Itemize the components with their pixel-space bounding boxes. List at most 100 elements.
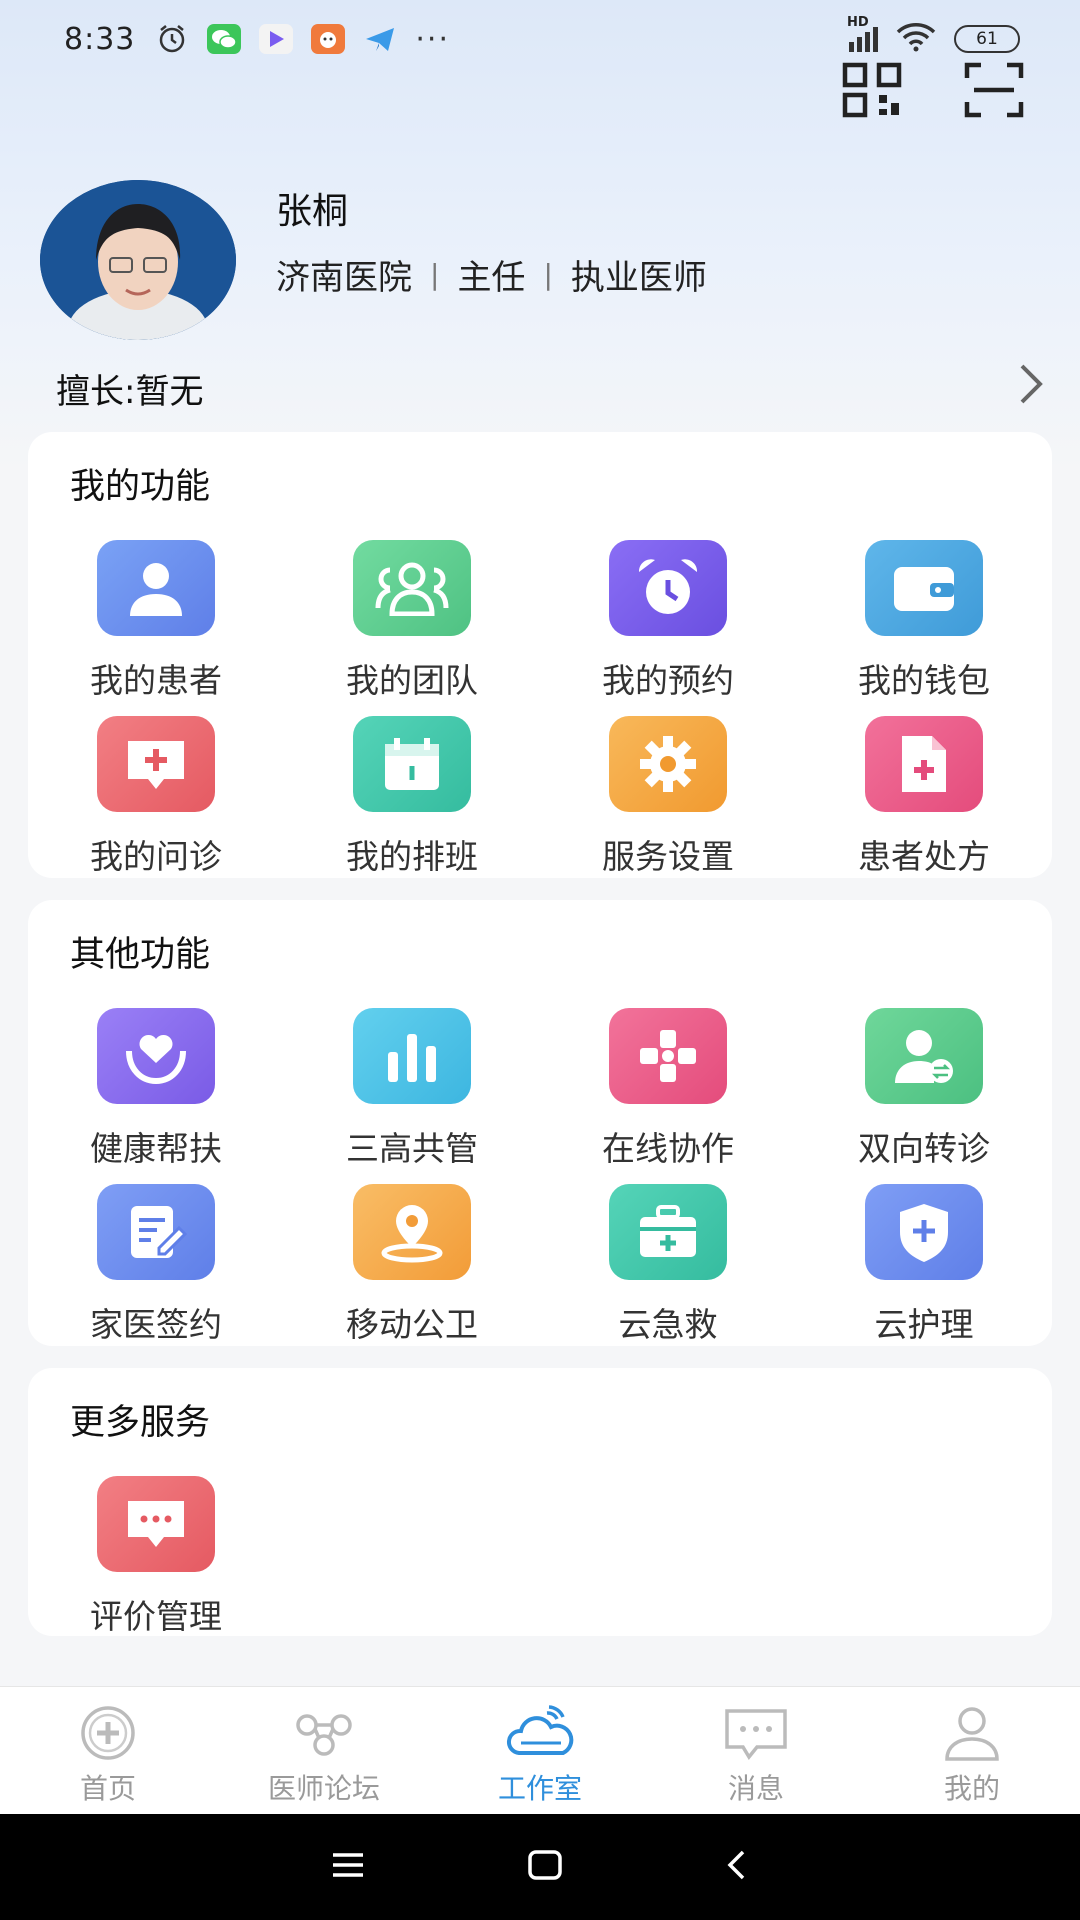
my-consultations-item[interactable]: 我的问诊: [28, 716, 284, 878]
separator: |: [543, 258, 553, 291]
tab-label: 医师论坛: [267, 1772, 380, 1805]
my-functions-card: 我的功能 我的患者 我的团队 我的预约 我的钱包 我的问诊 我的排班 服务设置 …: [28, 432, 1052, 878]
grid-label: 云护理: [874, 1305, 974, 1344]
gear-icon: [609, 716, 727, 812]
collaborate-icon: [609, 1008, 727, 1104]
tab-doctor-forum[interactable]: 医师论坛: [216, 1687, 432, 1814]
review-management-item[interactable]: 评价管理: [28, 1476, 284, 1638]
chat-bubble-icon: [97, 1476, 215, 1572]
my-wallet-item[interactable]: 我的钱包: [796, 540, 1052, 702]
status-time: 8:33: [64, 21, 136, 57]
alarm-clock-icon: [609, 540, 727, 636]
doctor-meta: 济南医院 | 主任 | 执业医师: [276, 250, 707, 299]
status-bar: 8:33 ··· HD 61: [0, 0, 1080, 78]
sign-contract-icon: [97, 1184, 215, 1280]
grid-label: 服务设置: [602, 837, 734, 876]
scan-icon[interactable]: [964, 62, 1024, 118]
grid-label: 我的团队: [346, 661, 478, 700]
tab-messages[interactable]: 消息: [648, 1687, 864, 1814]
network-label: HD: [847, 14, 869, 30]
cloud-first-aid-item[interactable]: 云急救: [540, 1184, 796, 1346]
qr-code-icon[interactable]: [842, 62, 902, 118]
grid-label: 我的排班: [346, 837, 478, 876]
grid-label: 评价管理: [90, 1597, 222, 1636]
wechat-icon: [207, 24, 242, 54]
tab-mine[interactable]: 我的: [864, 1687, 1080, 1814]
mobile-public-health-item[interactable]: 移动公卫: [284, 1184, 540, 1346]
my-appointments-item[interactable]: 我的预约: [540, 540, 796, 702]
grid-label: 健康帮扶: [90, 1129, 222, 1168]
my-patients-item[interactable]: 我的患者: [28, 540, 284, 702]
tab-label: 我的: [943, 1772, 1000, 1805]
home-icon[interactable]: [527, 1849, 563, 1885]
grid-label: 在线协作: [602, 1129, 734, 1168]
my-team-item[interactable]: 我的团队: [284, 540, 540, 702]
grid-label: 我的预约: [602, 661, 734, 700]
chevron-right-icon[interactable]: [1016, 362, 1046, 406]
service-settings-item[interactable]: 服务设置: [540, 716, 796, 878]
shield-plus-icon: [865, 1184, 983, 1280]
more-services-card: 更多服务 评价管理: [28, 1368, 1052, 1636]
tab-home[interactable]: 首页: [0, 1687, 216, 1814]
prescription-icon: [865, 716, 983, 812]
avatar[interactable]: [40, 180, 236, 340]
grid-label: 双向转诊: [858, 1129, 990, 1168]
system-navigation-bar: [0, 1814, 1080, 1920]
tab-label: 消息: [727, 1772, 784, 1805]
menu-icon[interactable]: [331, 1851, 365, 1883]
my-schedule-item[interactable]: 我的排班: [284, 716, 540, 878]
team-icon: [353, 540, 471, 636]
patient-icon: [97, 540, 215, 636]
tab-label: 工作室: [497, 1772, 582, 1805]
calendar-icon: [353, 716, 471, 812]
signal-icon: HD: [847, 15, 878, 52]
first-aid-kit-icon: [609, 1184, 727, 1280]
patient-prescription-item[interactable]: 患者处方: [796, 716, 1052, 878]
tab-studio[interactable]: 工作室: [432, 1687, 648, 1814]
forum-icon: [296, 1714, 352, 1756]
health-aid-item[interactable]: 健康帮扶: [28, 1008, 284, 1170]
paper-plane-icon: [363, 24, 397, 54]
separator: |: [430, 258, 440, 291]
cloud-icon: [506, 1705, 574, 1755]
cloud-nursing-item[interactable]: 云护理: [796, 1184, 1052, 1346]
specialty-text: 擅长:暂无: [56, 372, 204, 412]
consult-icon: [97, 716, 215, 812]
three-highs-item[interactable]: 三高共管: [284, 1008, 540, 1170]
home-cross-icon: [81, 1706, 135, 1760]
message-icon: [725, 1709, 787, 1761]
section-title: 我的功能: [70, 467, 211, 507]
wallet-icon: [865, 540, 983, 636]
video-app-icon: [259, 24, 294, 54]
heart-hands-icon: [97, 1008, 215, 1104]
doctor-role: 执业医师: [570, 258, 707, 298]
section-title: 更多服务: [70, 1403, 211, 1443]
bottom-tab-bar: 首页 医师论坛 工作室 消息 我的: [0, 1686, 1080, 1814]
more-notifications-icon: ···: [415, 21, 450, 57]
other-functions-card: 其他功能 健康帮扶 三高共管 在线协作 双向转诊 家医签约 移动公卫 云急救 云…: [28, 900, 1052, 1346]
two-way-referral-item[interactable]: 双向转诊: [796, 1008, 1052, 1170]
family-doctor-signing-item[interactable]: 家医签约: [28, 1184, 284, 1346]
grid-label: 我的患者: [90, 661, 222, 700]
user-icon: [945, 1707, 999, 1761]
grid-label: 移动公卫: [346, 1305, 478, 1344]
grid-label: 我的钱包: [858, 661, 990, 700]
referral-icon: [865, 1008, 983, 1104]
bar-chart-icon: [353, 1008, 471, 1104]
battery-indicator: 61: [954, 25, 1020, 53]
mascot-app-icon: [311, 24, 346, 54]
grid-label: 三高共管: [346, 1129, 478, 1168]
location-pin-icon: [353, 1184, 471, 1280]
tab-label: 首页: [79, 1772, 136, 1805]
grid-label: 患者处方: [858, 837, 990, 876]
back-icon[interactable]: [725, 1849, 749, 1885]
grid-label: 我的问诊: [90, 837, 222, 876]
grid-label: 云急救: [618, 1305, 718, 1344]
section-title: 其他功能: [70, 935, 211, 975]
hospital-name: 济南医院: [276, 258, 412, 298]
doctor-name: 张桐: [276, 191, 349, 232]
wifi-icon: [896, 22, 936, 56]
grid-label: 家医签约: [90, 1305, 222, 1344]
online-collaboration-item[interactable]: 在线协作: [540, 1008, 796, 1170]
alarm-icon: [155, 24, 189, 54]
